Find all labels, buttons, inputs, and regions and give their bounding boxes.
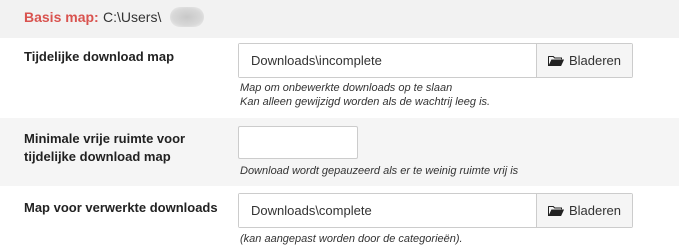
folder-open-icon	[547, 205, 564, 216]
temp-folder-browse-button[interactable]: Bladeren	[536, 44, 632, 77]
base-folder-row: Basis map: C:\Users\	[0, 0, 679, 38]
complete-folder-label: Map voor verwerkte downloads	[24, 200, 218, 215]
temp-folder-input[interactable]	[239, 44, 536, 77]
temp-folder-help: Map om onbewerkte downloads op te slaan …	[240, 81, 490, 109]
redacted-username	[170, 7, 204, 27]
complete-folder-input[interactable]	[239, 194, 536, 227]
min-space-label: Minimale vrije ruimte voor tijdelijke do…	[24, 130, 185, 166]
min-space-label-line1: Minimale vrije ruimte voor	[24, 131, 186, 146]
base-folder-value: C:\Users\	[103, 9, 162, 25]
complete-folder-field-group: Bladeren	[238, 193, 633, 228]
min-space-label-line2: tijdelijke download map	[24, 149, 171, 164]
temp-folder-help-line1: Map om onbewerkte downloads op te slaan	[240, 82, 453, 94]
complete-folder-browse-button[interactable]: Bladeren	[536, 194, 632, 227]
temp-folder-field-group: Bladeren	[238, 43, 633, 78]
complete-folder-row: Map voor verwerkte downloads Bladeren (k…	[0, 186, 679, 251]
folder-open-icon	[547, 55, 564, 66]
temp-folder-label: Tijdelijke download map	[24, 49, 175, 64]
min-space-row: Minimale vrije ruimte voor tijdelijke do…	[0, 118, 679, 186]
temp-folder-help-line2: Kan alleen gewijzigd worden als de wacht…	[240, 96, 491, 108]
temp-folder-row: Tijdelijke download map Bladeren Map om …	[0, 38, 679, 118]
complete-folder-browse-label: Bladeren	[568, 203, 622, 218]
base-folder-label: Basis map:	[24, 9, 99, 25]
complete-folder-help: (kan aangepast worden door de categorieë…	[240, 233, 463, 245]
temp-folder-browse-label: Bladeren	[568, 53, 622, 68]
min-space-help: Download wordt gepauzeerd als er te wein…	[240, 165, 519, 177]
min-space-input[interactable]	[238, 126, 358, 159]
